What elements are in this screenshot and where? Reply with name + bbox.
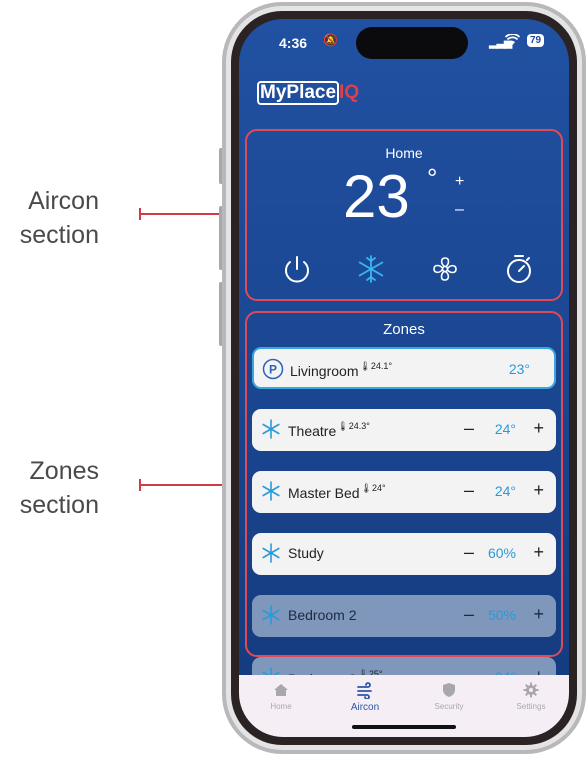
zone-sensor-temp: 🌡24° xyxy=(360,483,386,493)
power-icon[interactable] xyxy=(279,251,315,287)
tab-aircon-label: Aircon xyxy=(350,702,380,713)
zone-name: Theatre🌡24.3° xyxy=(288,421,370,439)
zone-master-bed[interactable]: Master Bed🌡24° – 24° + xyxy=(252,471,556,513)
zone-setpoint: 23° xyxy=(508,361,530,377)
zone-livingroom[interactable]: P Livingroom🌡24.1° 23° xyxy=(252,347,556,389)
snowflake-icon xyxy=(260,604,282,626)
zone-decrease-button[interactable]: – xyxy=(464,542,474,563)
zone-increase-button[interactable]: + xyxy=(533,480,544,501)
zone-increase-button[interactable]: + xyxy=(533,604,544,625)
app-screen: 4:36 🔕 ▂▃▅ 79 MyPlace IQ Home 23 ° + – Z… xyxy=(239,19,569,737)
zone-setpoint: 24° xyxy=(494,483,516,499)
zone-name: Bedroom 2 xyxy=(288,607,357,623)
tab-home[interactable]: Home xyxy=(251,681,311,711)
home-indicator[interactable] xyxy=(352,725,456,729)
zone-sensor-temp: 🌡24.3° xyxy=(337,421,370,431)
wifi-icon xyxy=(504,33,521,49)
home-icon xyxy=(272,681,290,699)
zones-callout-line2: section xyxy=(19,491,99,519)
zone-name-text: Livingroom xyxy=(290,363,359,379)
tab-security-label: Security xyxy=(434,702,464,711)
app-logo: MyPlace IQ xyxy=(257,81,359,105)
snowflake-icon xyxy=(260,542,282,564)
status-time: 4:36 xyxy=(279,35,308,51)
zones-callout-line1: Zones xyxy=(29,457,99,485)
phone-frame: 4:36 🔕 ▂▃▅ 79 MyPlace IQ Home 23 ° + – Z… xyxy=(219,2,588,754)
zones-callout: Zones section xyxy=(0,454,99,522)
temp-decrease-button[interactable]: – xyxy=(455,201,464,219)
snowflake-icon xyxy=(260,418,282,440)
snowflake-icon xyxy=(260,480,282,502)
timer-icon[interactable] xyxy=(501,251,537,287)
set-temperature: 23 xyxy=(343,163,410,230)
svg-text:P: P xyxy=(269,363,277,377)
zone-name: Livingroom🌡24.1° xyxy=(290,361,392,379)
snowflake-icon[interactable] xyxy=(353,251,389,287)
temp-increase-button[interactable]: + xyxy=(455,173,464,191)
tab-settings-label: Settings xyxy=(516,702,546,711)
aircon-section: Home 23 ° + – xyxy=(245,129,563,301)
logo-iq: IQ xyxy=(339,82,360,103)
zone-decrease-button[interactable]: – xyxy=(464,418,474,439)
zone-setpoint: 60% xyxy=(487,545,516,561)
p-icon: P xyxy=(262,358,284,380)
aircon-callout: Aircon section xyxy=(0,184,99,252)
aircon-callout-line2: section xyxy=(19,221,99,249)
zone-name: Master Bed🌡24° xyxy=(288,483,386,501)
zone-study[interactable]: Study – 60% + xyxy=(252,533,556,575)
zone-sensor-temp: 🌡24.1° xyxy=(359,361,393,371)
zone-decrease-button[interactable]: – xyxy=(464,480,474,501)
tab-security[interactable]: Security xyxy=(419,681,479,711)
zone-name-text: Master Bed xyxy=(288,485,360,501)
zone-theatre[interactable]: Theatre🌡24.3° – 24° + xyxy=(252,409,556,451)
zones-title: Zones xyxy=(383,321,425,338)
degree-symbol: ° xyxy=(427,163,438,193)
zone-increase-button[interactable]: + xyxy=(533,418,544,439)
zone-name-text: Theatre xyxy=(288,423,337,439)
logo-main: MyPlace xyxy=(257,81,340,105)
zone-sensor-value: 24.3° xyxy=(348,421,370,431)
zone-name: Study xyxy=(288,545,324,561)
zone-increase-button[interactable]: + xyxy=(533,542,544,563)
aircon-callout-line1: Aircon xyxy=(28,187,99,215)
zone-setpoint: 24° xyxy=(494,421,516,437)
fan-icon[interactable] xyxy=(427,251,463,287)
dynamic-island xyxy=(356,27,468,59)
tab-settings[interactable]: Settings xyxy=(501,681,561,711)
zone-setpoint: 50% xyxy=(487,607,516,623)
zone-sensor-value: 24° xyxy=(372,483,386,493)
zone-sensor-value: 24.1° xyxy=(370,361,393,371)
zone-bedroom-2[interactable]: Bedroom 2 – 50% + xyxy=(252,595,556,637)
shield-icon xyxy=(440,681,458,699)
tab-home-label: Home xyxy=(270,702,292,711)
gear-icon xyxy=(522,681,540,699)
aircon-title: Home xyxy=(385,145,423,161)
tab-aircon[interactable]: Aircon xyxy=(335,681,395,713)
battery-indicator: 79 xyxy=(527,34,545,47)
zone-decrease-button[interactable]: – xyxy=(464,604,474,625)
aircon-icon xyxy=(356,681,374,700)
silent-bell-icon: 🔕 xyxy=(323,33,338,47)
